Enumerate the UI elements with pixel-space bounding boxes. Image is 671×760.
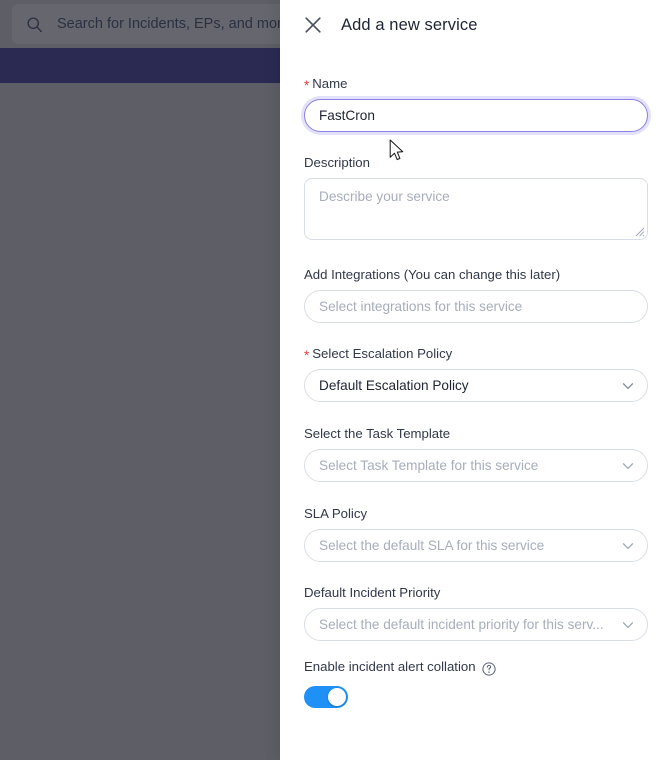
incident-priority-placeholder: Select the default incident priority for… [319,617,616,632]
close-icon[interactable] [304,16,322,34]
field-description-label: Description [304,154,647,171]
field-task-template: Select the Task Template Select Task Tem… [304,425,647,482]
task-template-placeholder: Select Task Template for this service [319,458,616,473]
field-description: Description Describe your service [304,154,647,240]
global-search-placeholder: Search for Incidents, EPs, and more... [57,16,280,32]
sla-policy-placeholder: Select the default SLA for this service [319,538,616,553]
question-circle-icon[interactable] [482,662,496,676]
search-icon [26,16,43,33]
integrations-placeholder: Select integrations for this service [319,299,634,314]
chevron-down-icon [622,540,634,552]
description-textarea[interactable]: Describe your service [304,178,648,240]
resize-handle-icon[interactable] [634,226,645,237]
description-placeholder: Describe your service [319,189,450,204]
primary-nav-band[interactable] [0,48,280,83]
incident-priority-select[interactable]: Select the default incident priority for… [304,608,648,641]
task-template-select[interactable]: Select Task Template for this service [304,449,648,482]
field-integrations: Add Integrations (You can change this la… [304,266,647,323]
chevron-down-icon [622,380,634,392]
field-alert-collation: Enable incident alert collation [304,658,647,708]
field-escalation-policy: *Select Escalation Policy Default Escala… [304,345,647,402]
field-sla-policy: SLA Policy Select the default SLA for th… [304,505,647,562]
name-input[interactable]: FastCron [304,99,648,132]
required-indicator: * [304,78,309,93]
alert-collation-toggle-row [304,686,647,708]
field-alert-collation-label: Enable incident alert collation [304,658,476,675]
drawer-form: *Name FastCron Description Describe your… [280,50,671,708]
field-alert-collation-label-row: Enable incident alert collation [304,658,647,675]
field-incident-priority: Default Incident Priority Select the def… [304,584,647,641]
field-incident-priority-label: Default Incident Priority [304,584,647,601]
sla-policy-select[interactable]: Select the default SLA for this service [304,529,648,562]
page-dim-overlay[interactable]: Search for Incidents, EPs, and more... [0,0,280,760]
escalation-policy-select[interactable]: Default Escalation Policy [304,369,648,402]
toggle-knob [328,688,346,706]
global-search-bar[interactable]: Search for Incidents, EPs, and more... [12,4,280,44]
field-sla-policy-label: SLA Policy [304,505,647,522]
field-task-template-label: Select the Task Template [304,425,647,442]
drawer-title: Add a new service [341,16,478,35]
field-escalation-policy-label: *Select Escalation Policy [304,345,647,362]
add-service-drawer: Add a new service *Name FastCron Descrip… [280,0,671,760]
escalation-policy-value: Default Escalation Policy [319,378,616,393]
drawer-header: Add a new service [280,0,671,50]
field-name: *Name FastCron [304,75,647,132]
integrations-select[interactable]: Select integrations for this service [304,290,648,323]
alert-collation-toggle[interactable] [304,686,348,708]
chevron-down-icon [622,460,634,472]
chevron-down-icon [622,619,634,631]
field-name-label: *Name [304,75,647,92]
required-indicator: * [304,348,309,363]
screen: Search for Incidents, EPs, and more... A… [0,0,671,760]
field-integrations-label: Add Integrations (You can change this la… [304,266,647,283]
name-input-value: FastCron [319,108,634,123]
